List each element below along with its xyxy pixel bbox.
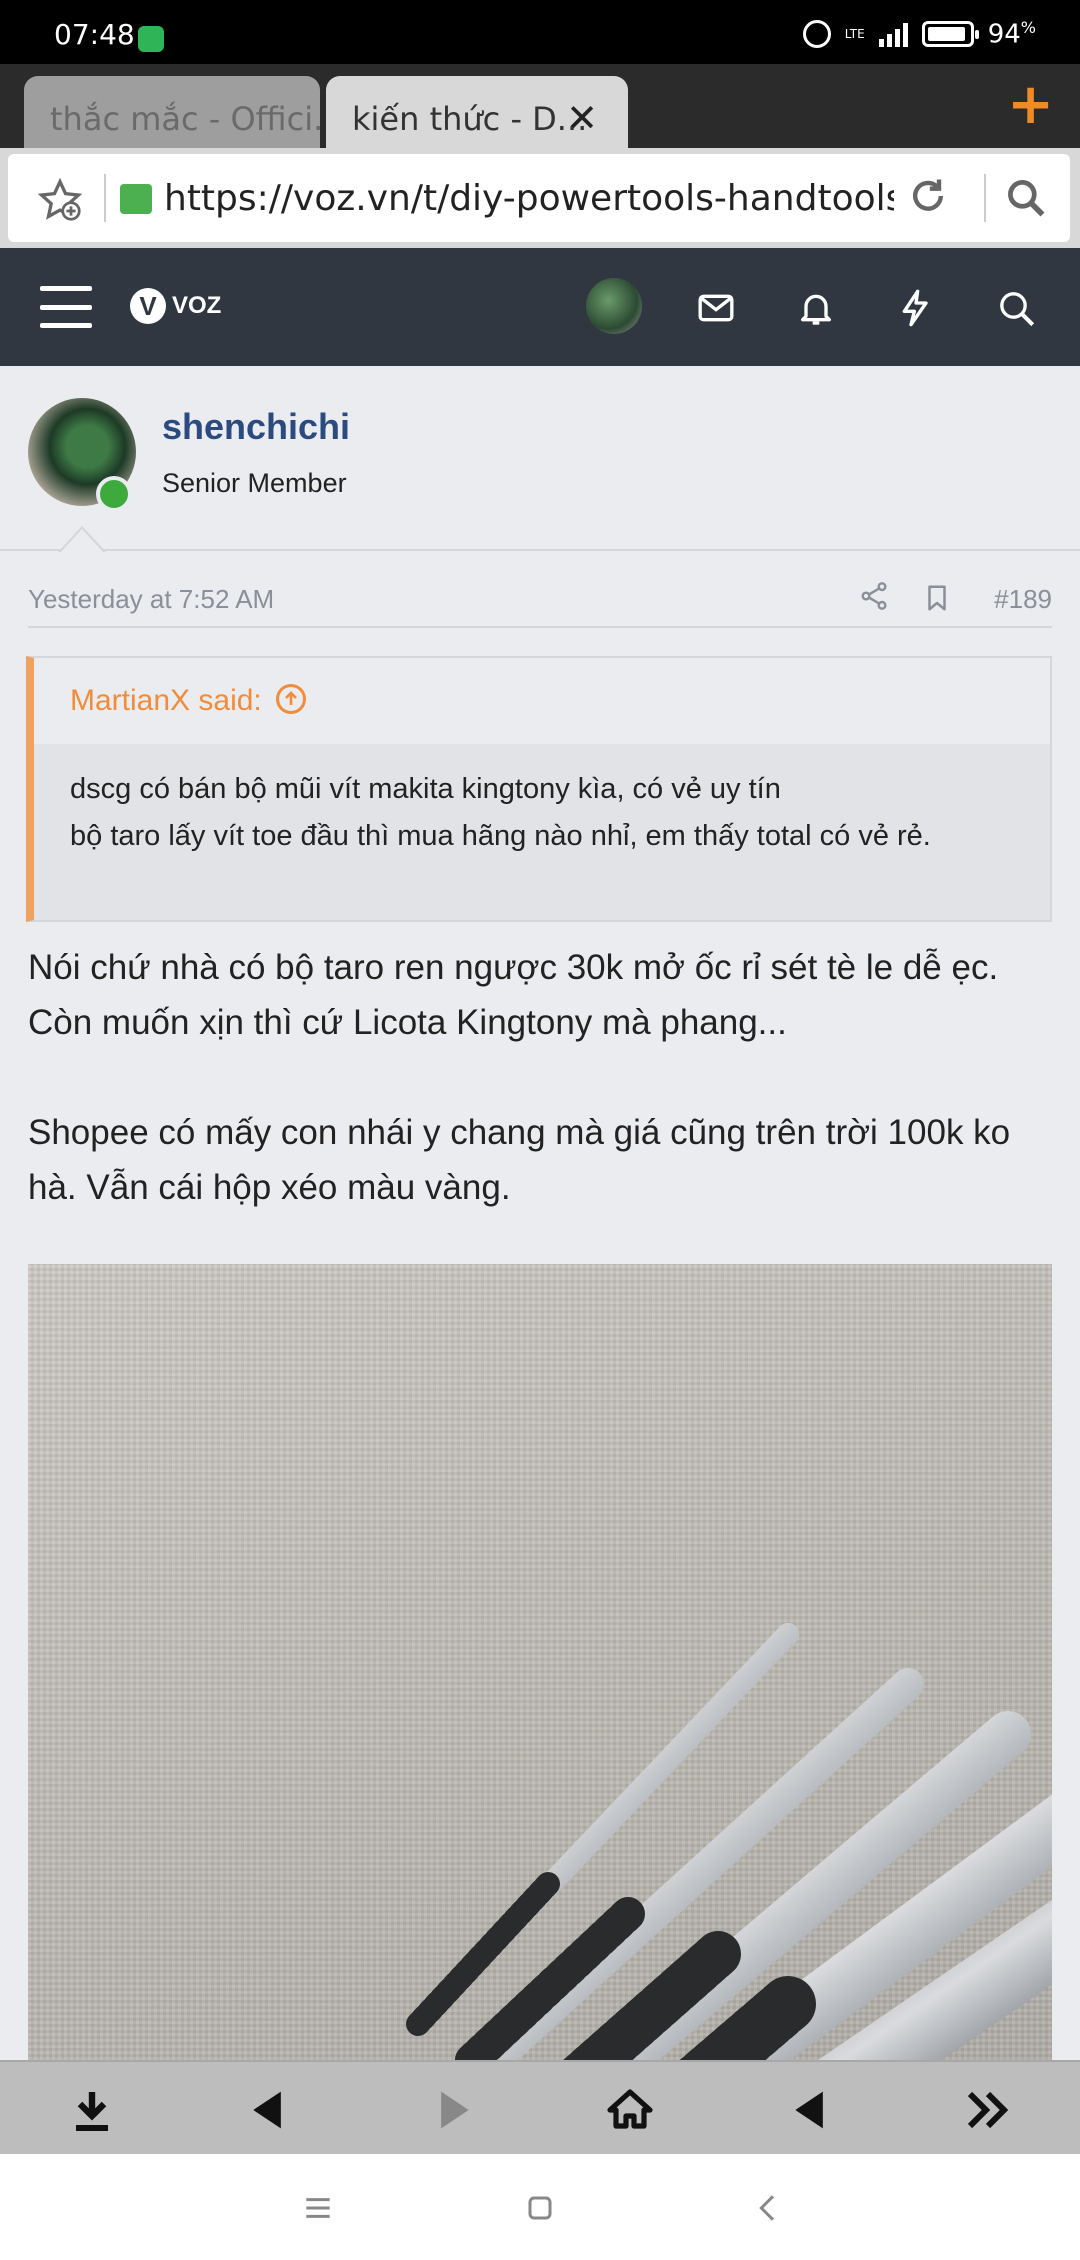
search-icon[interactable] [1004, 176, 1048, 225]
new-tab-button[interactable]: + [1007, 72, 1054, 137]
bookmark-icon[interactable] [922, 582, 952, 621]
secure-lock-icon [120, 184, 152, 214]
reload-icon[interactable] [906, 174, 950, 229]
back-icon[interactable] [238, 2080, 298, 2140]
url-field[interactable]: https://voz.vn/t/diy-powertools-handtool… [164, 178, 894, 219]
whats-new-lightning-icon[interactable] [896, 288, 936, 328]
system-navigation-bar [0, 2154, 1080, 2260]
search-icon[interactable] [996, 288, 1036, 328]
notification-bell-icon[interactable] [796, 288, 836, 328]
fast-forward-icon[interactable] [958, 2080, 1018, 2140]
post-image[interactable] [28, 1264, 1052, 2060]
close-tab-icon[interactable]: ✕ [566, 96, 598, 140]
tab-label: thắc mắc - Offici... [50, 100, 320, 138]
browser-toolbar [0, 2060, 1080, 2154]
post-meta: Yesterday at 7:52 AM #189 [28, 580, 1052, 628]
quote-block: MartianX said: dscg có bán bộ mũi vít ma… [26, 656, 1052, 922]
network-type: LTE [844, 26, 865, 41]
voz-logo-icon: V [130, 288, 166, 324]
home-icon[interactable] [600, 2080, 660, 2140]
status-time: 07:48 [54, 18, 135, 51]
user-title: Senior Member [162, 468, 347, 498]
post-username[interactable]: shenchichi [162, 406, 350, 448]
address-bar-container: https://voz.vn/t/diy-powertools-handtool… [0, 148, 1080, 248]
share-icon[interactable] [858, 580, 890, 619]
phone-call-icon [138, 26, 164, 52]
home-square-icon[interactable] [520, 2188, 560, 2228]
download-icon[interactable] [62, 2080, 122, 2140]
tab-label: kiến thức - D... [352, 100, 588, 138]
online-status-icon [96, 476, 132, 512]
address-bar[interactable]: https://voz.vn/t/diy-powertools-handtool… [8, 154, 1070, 242]
quote-header[interactable]: MartianX said: [34, 658, 1050, 744]
quote-line: dscg có bán bộ mũi vít makita kingtony k… [70, 773, 781, 805]
signal-icon [878, 21, 908, 47]
post-user-block: shenchichi Senior Member [0, 366, 1080, 551]
quote-line: bộ taro lấy vít toe đầu thì mua hãng nào… [70, 820, 931, 852]
post-paragraph: Nói chứ nhà có bộ taro ren ngược 30k mở … [28, 948, 999, 1042]
tab-0[interactable]: thắc mắc - Offici... [24, 76, 320, 148]
quote-author[interactable]: MartianX said: [70, 684, 262, 717]
arrow-up-circle-icon[interactable] [275, 684, 306, 714]
previous-icon[interactable] [780, 2080, 840, 2140]
site-header: V VOZ [0, 248, 1080, 366]
status-bar: 07:48 LTE 94% [0, 0, 1080, 64]
tab-bar: thắc mắc - Offici... kiến thức - D... ✕ … [0, 64, 1080, 148]
battery-icon [921, 20, 979, 47]
site-logo[interactable]: V VOZ [130, 288, 221, 324]
inbox-icon[interactable] [696, 288, 736, 328]
user-block-pointer [58, 526, 106, 553]
post-paragraph: Shopee có mấy con nhái y chang mà giá cũ… [28, 1113, 1011, 1207]
recents-menu-icon[interactable] [298, 2188, 338, 2228]
post-number[interactable]: #189 [994, 584, 1052, 615]
forward-icon [424, 2080, 484, 2140]
alarm-icon [802, 19, 831, 48]
post-body: Nói chứ nhà có bộ taro ren ngược 30k mở … [28, 940, 1058, 1215]
tab-1[interactable]: kiến thức - D... ✕ [326, 76, 628, 148]
battery-percent: 94% [987, 18, 1036, 50]
back-chevron-icon[interactable] [748, 2188, 788, 2228]
bookmark-star-icon[interactable] [37, 177, 83, 232]
account-avatar[interactable] [586, 278, 642, 334]
quote-body: dscg có bán bộ mũi vít makita kingtony k… [34, 744, 1050, 920]
screw-extractor-photo [406, 1623, 1052, 2060]
post-date[interactable]: Yesterday at 7:52 AM [28, 584, 274, 615]
menu-icon[interactable] [40, 286, 92, 328]
